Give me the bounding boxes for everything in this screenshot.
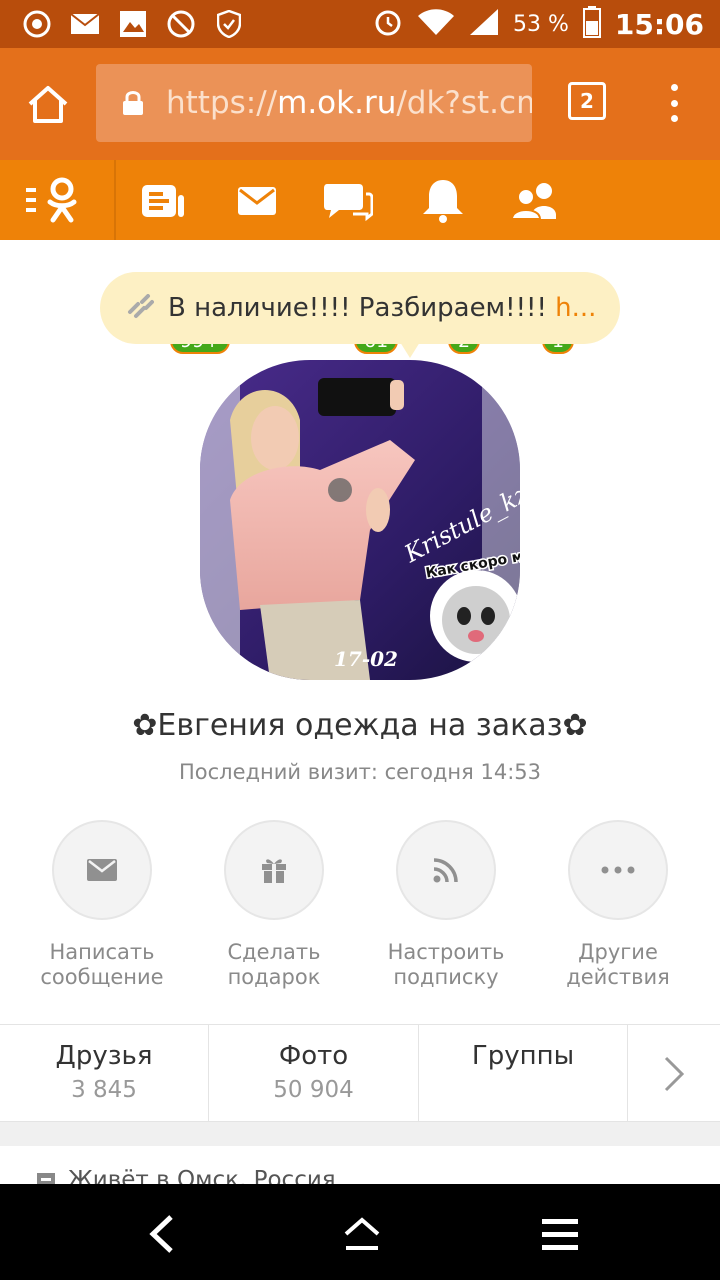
ok-logo-icon (26, 177, 77, 223)
counter-photos-title: Фото (278, 1041, 349, 1071)
avatar-date: 17-02 (334, 647, 398, 671)
other-actions-circle[interactable] (568, 820, 668, 920)
image-icon (118, 10, 148, 38)
last-visit: Последний визит: сегодня 14:53 (179, 760, 541, 784)
status-text: В наличие!!!! Разбираем!!!! h... (168, 293, 596, 323)
friends-icon (510, 183, 556, 220)
write-message-circle[interactable] (52, 820, 152, 920)
overflow-menu-button[interactable] (662, 78, 686, 128)
chat-icon (324, 184, 373, 222)
counter-photos[interactable]: Фото 50 904 (209, 1025, 419, 1123)
home-icon (28, 86, 68, 123)
more-icon (601, 866, 635, 874)
ok-navigation-bar: 99+ 61 2 1 (0, 160, 720, 354)
hamburger-icon (542, 1219, 578, 1250)
bubble-tail (400, 342, 420, 358)
back-icon (149, 1215, 173, 1253)
nav-feed-button[interactable] (138, 178, 188, 224)
clock: 15:06 (614, 7, 704, 41)
counter-friends-count: 3 845 (71, 1077, 137, 1103)
counter-photos-count: 50 904 (273, 1077, 354, 1103)
gift-icon (262, 859, 286, 883)
system-navigation-bar (0, 1184, 720, 1280)
lock-icon (122, 89, 144, 117)
mail-icon (238, 187, 276, 215)
counter-groups-title: Группы (471, 1041, 575, 1071)
subscription-settings-circle[interactable] (396, 820, 496, 920)
make-gift-button[interactable]: Сделать подарок (188, 820, 360, 990)
battery-icon (582, 6, 601, 42)
write-message-label: Написать сообщение (40, 940, 164, 989)
rss-icon (433, 858, 458, 883)
envelope-icon (87, 859, 117, 881)
nav-friends-button[interactable] (510, 178, 560, 224)
make-gift-circle[interactable] (224, 820, 324, 920)
status-link[interactable]: h... (555, 293, 596, 323)
wifi-icon (417, 8, 455, 40)
url-text: https://m.ok.ru/dk?st.cm (166, 85, 532, 121)
nav-divider (114, 160, 116, 240)
counter-groups[interactable]: Группы (419, 1025, 628, 1123)
section-gap (0, 1122, 720, 1146)
status-bubble[interactable]: В наличие!!!! Разбираем!!!! h... (100, 272, 620, 358)
browser-toolbar: https://m.ok.ru/dk?st.cm 2 (0, 48, 720, 160)
url-bar[interactable]: https://m.ok.ru/dk?st.cm (96, 64, 532, 142)
battery-percent: 53 % (512, 11, 569, 37)
other-actions-label: Другие действия (566, 940, 670, 989)
counter-friends[interactable]: Друзья 3 845 (0, 1025, 209, 1123)
status-bar-right: 53 % 15:06 (373, 0, 704, 48)
alarm-icon (373, 7, 403, 41)
make-gift-label: Сделать подарок (227, 940, 321, 989)
status-text-body: В наличие!!!! Разбираем!!!! (168, 293, 556, 323)
tab-switcher-button[interactable]: 2 (568, 82, 606, 120)
nav-messages-button[interactable] (236, 178, 278, 224)
profile-name: ✿Евгения одежда на заказ✿ (132, 708, 588, 743)
url-prefix: https:// (166, 85, 278, 121)
back-button[interactable] (130, 1204, 190, 1264)
blocked-icon (166, 10, 196, 38)
scroll-up-icon (344, 1217, 380, 1250)
url-host: m.ok.ru (277, 85, 397, 121)
signal-icon (469, 8, 499, 40)
profile-avatar[interactable]: Kristule_kzn1 Как скоро март? 17-02 (200, 360, 520, 680)
feed-icon (142, 185, 184, 217)
counter-friends-title: Друзья (55, 1041, 153, 1071)
shield-icon (214, 10, 244, 38)
write-message-button[interactable]: Написать сообщение (16, 820, 188, 990)
chrome-icon (22, 10, 52, 38)
ok-logo-menu-button[interactable] (26, 176, 82, 226)
subscription-settings-button[interactable]: Настроить подписку (360, 820, 532, 990)
subscription-settings-label: Настроить подписку (387, 940, 505, 989)
status-bar: 53 % 15:06 (0, 0, 720, 48)
menu-button[interactable] (530, 1204, 590, 1264)
mail-icon (70, 10, 100, 38)
nav-discussions-button[interactable] (322, 178, 374, 224)
link-icon (128, 294, 154, 318)
chevron-right-icon (664, 1056, 685, 1092)
url-path: /dk?st.cm (396, 85, 532, 121)
counters-scroll-right[interactable] (628, 1025, 720, 1123)
nav-notifications-button[interactable] (420, 178, 466, 224)
profile-counters: Друзья 3 845 Фото 50 904 Группы (0, 1024, 720, 1123)
home-button[interactable] (22, 78, 74, 130)
other-actions-button[interactable]: Другие действия (532, 820, 704, 990)
bell-icon (423, 180, 463, 223)
scroll-top-button[interactable] (332, 1204, 392, 1264)
